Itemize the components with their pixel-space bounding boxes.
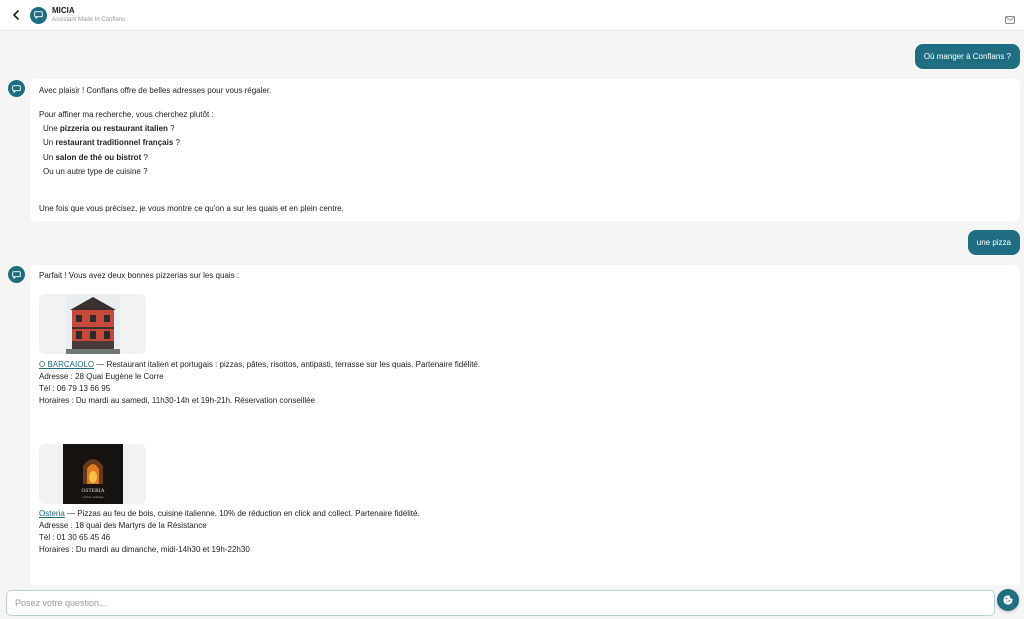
building-photo — [65, 294, 120, 354]
bot-intro: Avec plaisir ! Conflans offre de belles … — [39, 86, 272, 95]
option-item: Ou un autre type de cuisine ? — [43, 167, 148, 176]
restaurant-description: Osteria — Pizzas au feu de bois, cuisine… — [39, 509, 420, 518]
restaurant-hours: Horaires : Du mardi au dimanche, midi-14… — [39, 545, 250, 554]
restaurant-hours: Horaires : Du mardi au samedi, 11h30-14h… — [39, 396, 316, 405]
osteria-logo: OSTERIA Cucina casalinga — [62, 444, 123, 504]
logo-text: OSTERIA — [81, 488, 104, 494]
restaurant-description: O BARCAIOLO — Restaurant italien et port… — [39, 360, 481, 369]
bot-message: Parfait ! Vous avez deux bonnes pizzeria… — [30, 265, 1020, 595]
option-item: Une pizzeria ou restaurant italien ? — [43, 124, 175, 133]
assistant-avatar-icon — [30, 6, 47, 24]
restaurant-link[interactable]: Osteria — [39, 509, 65, 518]
restaurant-link[interactable]: O BARCAIOLO — [39, 360, 94, 369]
restaurant-image[interactable]: OSTERIA Cucina casalinga — [39, 444, 146, 504]
restaurant-image[interactable] — [39, 294, 146, 354]
bot-avatar-icon — [8, 266, 25, 283]
mail-icon[interactable] — [1005, 11, 1015, 24]
user-message: une pizza — [967, 230, 1020, 255]
logo-subtext: Cucina casalinga — [82, 495, 104, 499]
header: MICIA Assistant Made In Conflans — [0, 0, 1024, 31]
bot-intro: Parfait ! Vous avez deux bonnes pizzeria… — [39, 271, 240, 280]
option-item: Un restaurant traditionnel français ? — [43, 138, 180, 147]
composer: Posez votre question... — [0, 585, 1024, 619]
restaurant-address: Adresse : 18 quai des Martyrs de la Rési… — [39, 521, 207, 530]
bot-message: Avec plaisir ! Conflans offre de belles … — [30, 79, 1020, 221]
cookie-icon[interactable] — [997, 589, 1019, 611]
restaurant-address: Adresse : 28 Quai Eugène le Corre — [39, 372, 164, 381]
app-subtitle: Assistant Made In Conflans — [52, 16, 126, 23]
app-title: MICIA — [52, 5, 75, 15]
bot-avatar-icon — [8, 80, 25, 97]
restaurant-phone: Tél : 06 79 13 66 95 — [39, 384, 111, 393]
bot-outro: Une fois que vous précisez, je vous mont… — [39, 204, 344, 213]
user-message: Où manger à Conflans ? — [914, 44, 1020, 69]
back-chevron-icon[interactable] — [9, 8, 23, 22]
header-text: MICIA Assistant Made In Conflans — [52, 6, 125, 25]
bot-question: Pour affiner ma recherche, vous cherchez… — [39, 110, 214, 119]
restaurant-phone: Tél : 01 30 65 45 46 — [39, 533, 111, 542]
option-item: Un salon de thé ou bistrot ? — [43, 153, 148, 162]
question-input[interactable]: Posez votre question... — [6, 590, 995, 616]
